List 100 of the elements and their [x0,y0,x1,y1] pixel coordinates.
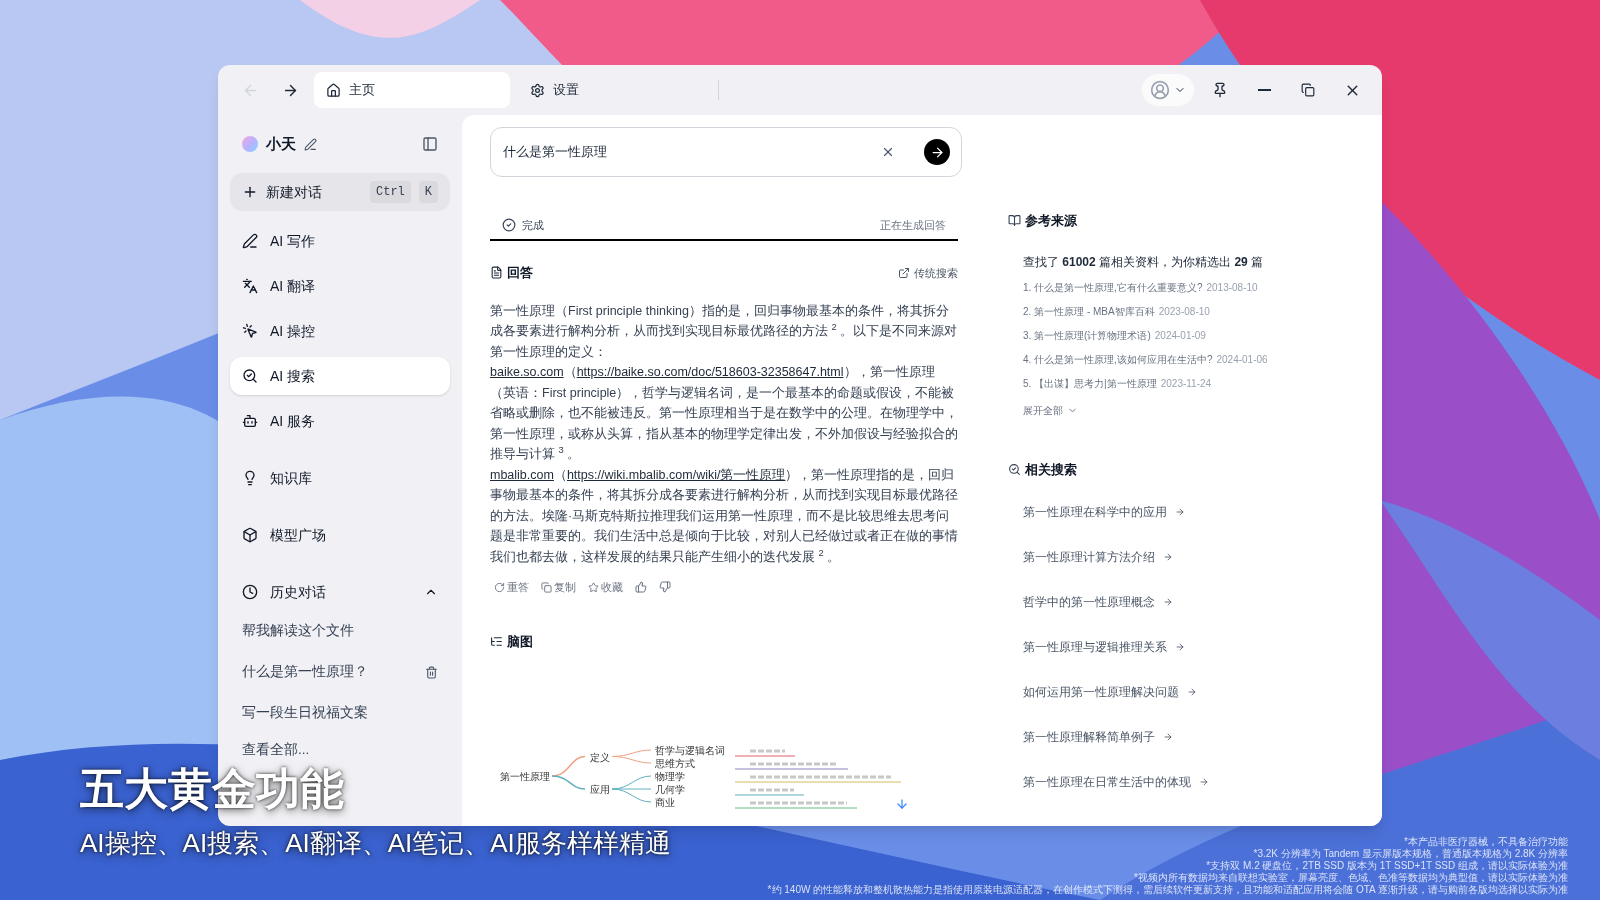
plus-icon [242,184,258,200]
action-button[interactable]: 收藏 [588,579,623,596]
avatar-icon [242,136,258,152]
source-link[interactable]: baike.so.com [490,365,564,379]
nav-item[interactable]: AI 写作 [230,222,450,260]
document-icon [490,266,503,280]
answer-paragraph: baike.so.com（https://baike.so.com/doc/518603-32358647.html），第一性原理（英语：First principle），哲学与逻辑名词，是一个最基本的命题或假设，不能被省略或删除，也不能被违反。第一性原理相当于是在数学中的公理。在物理学中，第一性原理，或称从头算，指从基本的物理学定律出发，不外加假设与经验拟合的推导与计算 $^{3}$ 。 [490,364,959,463]
action-button[interactable]: 重答 [494,579,529,596]
history-item[interactable]: 什么是第一性原理？ [230,652,450,693]
related-search-link[interactable]: 第一性原理计算方法介绍 [1023,546,1173,567]
new-chat-button[interactable]: 新建对话 Ctrl K [230,173,450,211]
footnote: *本产品非医疗器械，不具备治疗功能 [1404,836,1568,848]
reference-link[interactable]: 3. 第一性原理(计算物理术语) [1023,327,1151,343]
reference-link[interactable]: 2. 第一性原理 - MBA智库百科 [1023,303,1155,319]
refresh-icon [494,581,505,593]
traditional-search-link[interactable]: 传统搜索 [898,264,958,281]
restore-icon [1301,83,1315,97]
book-icon [1008,214,1021,228]
user-name: 小天 [266,133,296,154]
minimize-icon [1257,89,1271,91]
arrow-right-icon [929,144,945,160]
related-search-link[interactable]: 第一性原理在日常生活中的体现 [1023,771,1209,792]
reference-date: 2024-01-09 [1154,328,1206,343]
nav-item[interactable]: AI 搜索 [230,357,450,395]
edit-icon[interactable] [304,137,317,151]
nav-item[interactable]: AI 翻译 [230,267,450,305]
view-all-link[interactable]: 查看全部... [242,742,310,758]
cube-icon [242,527,258,543]
tab[interactable]: 主页 [314,72,510,108]
check-icon [502,218,516,232]
related-search-link[interactable]: 第一性原理在科学中的应用 [1023,501,1185,522]
history-header[interactable]: 历史对话 [230,573,450,611]
close-icon [881,145,895,159]
pen-icon [242,233,258,249]
trash-icon[interactable] [425,666,438,679]
section-title: 脑图 [507,632,533,651]
star-icon [588,581,599,593]
external-link-icon [898,266,910,279]
section-title: 回答 [507,264,533,282]
arrow-right-icon [1175,506,1185,517]
reference-date: 2023-11-24 [1160,376,1212,391]
reference-date: 2023-08-10 [1158,304,1210,319]
footnote: *约 140W 的性能释放和整机散热能力是指使用原装电源适配器，在创作模式下测得，需后续软件更新支持，且功能和适配应用将会随 OTA 逐渐升级，请与购前各版均选择以实际为准 [767,884,1568,896]
reference-link[interactable]: 5. 【出谋】思考力|第一性原理 [1023,375,1157,391]
expand-all-button[interactable]: 展开全部 [1023,402,1078,418]
action-button[interactable]: 复制 [541,579,576,596]
related-search-link[interactable]: 如何运用第一性原理解决问题 [1023,681,1197,702]
nav-item[interactable]: AI 服务 [230,402,450,440]
nav-item[interactable]: AI 操控 [230,312,450,350]
answer-paragraph: mbalib.com（https://wiki.mbalib.com/wiki/第一性原理），第一性原理指的是，回归事物最基本的条件，将其拆分成各要素进行解构分析，从而找到实现目标最优路径的方法。埃隆·马斯克特斯拉推理我们运用第一性原理，而不是比较思维去思考问题是非常重要的。我们生活中总是倾向于比较，对别人已经做过或者正在做的事情我们也都去做，这样发展的结果只能产生细小的迭代发展 $^{2}$ 。 [490,466,959,566]
source-link[interactable]: https://wiki.mbalib.com/wiki/第一性原理 [566,467,786,482]
source-link[interactable]: mbalib.com [490,467,554,482]
clock-icon [242,584,258,600]
shortcut-key: Ctrl [370,181,411,203]
footnote: *视频内所有数据均来自联想实验室，屏幕亮度、色域、色准等数据均为典型值，请以实际体验为准 [1134,872,1568,884]
history-item[interactable]: 帮我解读这个文件 [230,611,450,652]
pointer-icon [242,323,258,339]
pin-icon [1212,82,1228,98]
mind-map-icon [490,634,503,648]
search-icon [1008,462,1021,476]
reference-date: 2024-01-06 [1216,352,1268,367]
section-title: 参考来源 [1025,212,1077,230]
history-item[interactable]: 写一段生日祝福文案 [230,693,450,734]
status-hint: 正在生成回答 [880,217,946,233]
bot-icon [242,413,258,429]
related-search-link[interactable]: 第一性原理与逻辑推理关系 [1023,636,1185,657]
scroll-down-icon[interactable] [895,797,909,811]
answer-paragraph: 第一性原理（First principle thinking）指的是，回归事物最基本的条件，将其拆分成各要素进行解构分析，从而找到实现目标最优路径的方法 $^{2}$ 。以下是不同来源对第一性原理的定义： [490,302,959,361]
arrow-right-icon [1199,776,1209,787]
caption-subtitle: AI操控、AI搜索、AI翻译、AI笔记、AI服务样样精通 [80,828,671,858]
tab[interactable]: 设置 [518,72,698,108]
reference-link[interactable]: 1. 什么是第一性原理,它有什么重要意义? [1023,279,1203,295]
search-field[interactable]: 什么是第一性原理 [490,127,962,177]
status-text: 完成 [522,217,544,233]
home-icon [326,82,341,98]
source-link[interactable]: https://baike.so.com/doc/518603-32358647.html [576,365,844,379]
thumbs-down-icon[interactable] [659,581,671,594]
settings-icon [530,82,545,98]
reference-link[interactable]: 4. 什么是第一性原理,该如何应用在生活中? [1023,351,1213,367]
arrow-right-icon [1187,686,1197,697]
nav-item[interactable]: 模型广场 [230,516,450,554]
thumbs-up-icon[interactable] [635,581,647,594]
related-search-link[interactable]: 哲学中的第一性原理概念 [1023,591,1173,612]
bulb-icon [242,470,258,486]
sidebar-toggle-icon[interactable] [422,136,438,152]
footnote: *支持双 M.2 硬盘位，2TB SSD 版本为 1T SSD+1T SSD 组成，请以实际体验为准 [1206,860,1568,872]
related-search-link[interactable]: 第一性原理解释简单例子 [1023,726,1173,747]
arrow-right-icon [1163,551,1173,562]
reference-date: 2013-08-10 [1206,280,1258,295]
translate-icon [242,278,258,294]
section-title: 相关搜索 [1025,460,1077,479]
shortcut-key: K [418,181,438,203]
user-icon [1150,80,1170,100]
nav-item[interactable]: 知识库 [230,459,450,497]
copy-icon [541,581,552,593]
references-summary: 查找了 61002 篇相关资料，为你精选出 29 篇 [1023,253,1265,271]
arrow-right-icon [1163,596,1173,607]
arrow-right-icon [1175,641,1185,652]
arrow-right-icon [1163,731,1173,742]
mind-map-drawing: 第一性原理 定义 哲学与逻辑名词 思维方式 应用 物理学 几何学 商业 [490,737,960,813]
